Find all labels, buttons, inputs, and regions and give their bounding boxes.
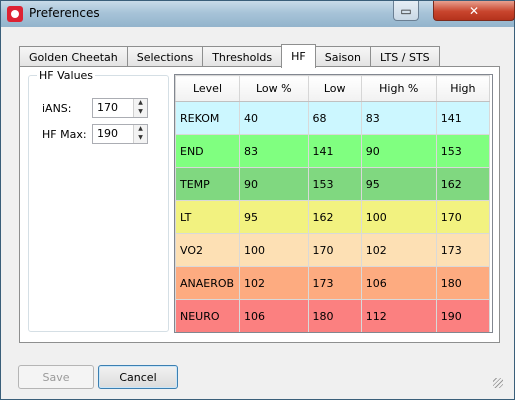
- table-cell[interactable]: NEURO: [175, 299, 240, 333]
- save-button[interactable]: Save: [18, 365, 94, 389]
- table-cell[interactable]: 90: [360, 134, 437, 168]
- hfmax-spinbox[interactable]: 190 ▲ ▼: [92, 124, 148, 144]
- preferences-window: Preferences ▭ ✕ Golden Cheetah Selections…: [0, 0, 515, 400]
- app-logo-icon: [7, 6, 23, 22]
- tab-golden-cheetah[interactable]: Golden Cheetah: [19, 46, 128, 67]
- table-row[interactable]: ANAEROB 102 173 106 180: [175, 266, 491, 300]
- ians-row: iANS: 170 ▲ ▼: [42, 98, 148, 118]
- tab-saison[interactable]: Saison: [314, 46, 371, 67]
- table-row[interactable]: TEMP 90 153 95 162: [175, 167, 491, 201]
- table-cell[interactable]: 102: [239, 266, 309, 300]
- hfmax-value[interactable]: 190: [93, 125, 133, 143]
- resize-grip-icon[interactable]: [493, 378, 503, 388]
- table-cell[interactable]: 141: [435, 101, 491, 135]
- table-cell[interactable]: 170: [307, 233, 362, 267]
- table-cell[interactable]: 141: [307, 134, 362, 168]
- table-cell[interactable]: 40: [239, 101, 309, 135]
- table-row[interactable]: LT 95 162 100 170: [175, 200, 491, 234]
- table-row[interactable]: REKOM 40 68 83 141: [175, 101, 491, 135]
- table-cell[interactable]: 83: [360, 101, 437, 135]
- table-row[interactable]: NEURO 106 180 112 190: [175, 299, 491, 333]
- ians-label: iANS:: [42, 101, 72, 115]
- table-cell[interactable]: 180: [435, 266, 491, 300]
- tab-selections[interactable]: Selections: [126, 46, 204, 67]
- column-header[interactable]: Low %: [239, 75, 309, 102]
- hfmax-label: HF Max:: [42, 127, 87, 141]
- table-cell[interactable]: 100: [239, 233, 309, 267]
- ians-spinbox[interactable]: 170 ▲ ▼: [92, 98, 148, 118]
- title-bar[interactable]: Preferences ▭ ✕: [1, 1, 515, 27]
- table-cell[interactable]: 68: [307, 101, 362, 135]
- table-cell[interactable]: 180: [307, 299, 362, 333]
- hf-values-group: HF Values iANS: 170 ▲ ▼ HF Max: 190 ▲ ▼: [28, 69, 169, 332]
- hfmax-row: HF Max: 190 ▲ ▼: [42, 124, 148, 144]
- table-cell[interactable]: 162: [307, 200, 362, 234]
- tab-thresholds[interactable]: Thresholds: [202, 46, 283, 67]
- ians-value[interactable]: 170: [93, 99, 133, 117]
- tab-hf[interactable]: HF: [281, 44, 316, 68]
- table-cell[interactable]: 83: [239, 134, 309, 168]
- close-button[interactable]: ✕: [433, 1, 515, 21]
- table-cell[interactable]: 153: [307, 167, 362, 201]
- tab-bar: Golden Cheetah Selections Thresholds HF Sais…: [19, 44, 440, 68]
- table-cell[interactable]: TEMP: [175, 167, 240, 201]
- table-cell[interactable]: 106: [239, 299, 309, 333]
- ians-up-icon[interactable]: ▲: [134, 99, 147, 108]
- tab-lts-sts[interactable]: LTS / STS: [369, 46, 440, 67]
- cancel-button[interactable]: Cancel: [98, 365, 178, 389]
- table-cell[interactable]: 190: [435, 299, 491, 333]
- table-cell[interactable]: 173: [307, 266, 362, 300]
- table-cell[interactable]: ANAEROB: [175, 266, 240, 300]
- table-cell[interactable]: 95: [360, 167, 437, 201]
- hfmax-down-icon[interactable]: ▼: [134, 134, 147, 143]
- restore-button[interactable]: ▭: [393, 1, 419, 21]
- hfmax-up-icon[interactable]: ▲: [134, 125, 147, 134]
- table-cell[interactable]: END: [175, 134, 240, 168]
- table-cell[interactable]: 102: [360, 233, 437, 267]
- column-header[interactable]: Level: [175, 75, 240, 102]
- ians-down-icon[interactable]: ▼: [134, 108, 147, 117]
- table-cell[interactable]: 90: [239, 167, 309, 201]
- table-cell[interactable]: 106: [360, 266, 437, 300]
- table-cell[interactable]: 112: [360, 299, 437, 333]
- table-row[interactable]: END 83 141 90 153: [175, 134, 491, 168]
- dialog-body: Golden Cheetah Selections Thresholds HF Sais…: [9, 29, 506, 391]
- table-header-row: Level Low % Low High % High: [175, 75, 491, 102]
- table-cell[interactable]: 153: [435, 134, 491, 168]
- table-cell[interactable]: VO2: [175, 233, 240, 267]
- table-cell[interactable]: REKOM: [175, 101, 240, 135]
- table-cell[interactable]: LT: [175, 200, 240, 234]
- hf-zones-table: Level Low % Low High % High REKOM 40 68 83 141 EN…: [175, 75, 491, 333]
- column-header[interactable]: High: [435, 75, 491, 102]
- column-header[interactable]: High %: [360, 75, 437, 102]
- table-cell[interactable]: 95: [239, 200, 309, 234]
- table-cell[interactable]: 100: [360, 200, 437, 234]
- table-cell[interactable]: 162: [435, 167, 491, 201]
- table-row[interactable]: VO2 100 170 102 173: [175, 233, 491, 267]
- table-cell[interactable]: 173: [435, 233, 491, 267]
- window-title: Preferences: [29, 6, 100, 20]
- hf-values-title: HF Values: [37, 69, 96, 82]
- column-header[interactable]: Low: [307, 75, 362, 102]
- hf-tab-panel: HF Values iANS: 170 ▲ ▼ HF Max: 190 ▲ ▼ …: [19, 66, 500, 343]
- table-cell[interactable]: 170: [435, 200, 491, 234]
